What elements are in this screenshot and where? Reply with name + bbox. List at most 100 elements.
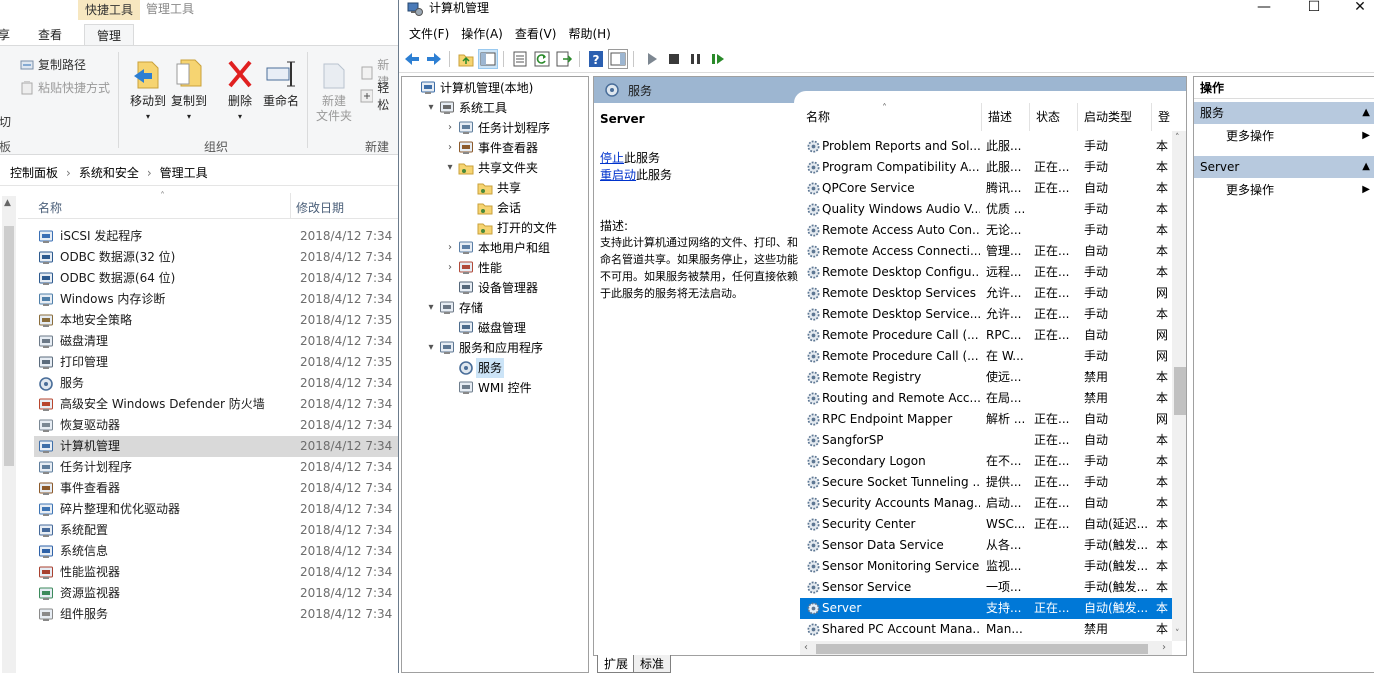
service-row[interactable]: Remote Desktop Configu... 远程... 正在... 手动 本 [800, 262, 1172, 283]
service-row[interactable]: Secure Socket Tunneling ... 提供... 正在... 手动 本 [800, 472, 1172, 493]
file-list-item[interactable]: 任务计划程序 2018/4/12 7:34 [34, 457, 400, 478]
show-hide-tree-icon[interactable] [478, 49, 498, 69]
service-row[interactable]: Server 支持... 正在... 自动(触发... 本 [800, 598, 1172, 619]
delete-button[interactable]: 删除 ▾ [218, 58, 262, 124]
file-list-item[interactable]: Windows 内存诊断 2018/4/12 7:34 [34, 289, 400, 310]
easy-access-button[interactable]: 轻松 [360, 79, 400, 113]
copy-path-button[interactable]: 复制路径 [20, 56, 86, 73]
file-list-item[interactable]: 系统配置 2018/4/12 7:34 [34, 520, 400, 541]
services-vertical-scrollbar[interactable]: ˄ ˅ [1172, 131, 1186, 641]
copy-to-button[interactable]: 复制到 ▾ [167, 58, 211, 124]
menu-view[interactable]: 查看(V) [515, 24, 557, 44]
more-actions-server[interactable]: 更多操作 ▶ [1194, 179, 1374, 201]
restart-service-link[interactable]: 重启动 [600, 168, 636, 182]
column-header-date[interactable]: 修改日期 [296, 199, 344, 216]
file-list-item[interactable]: 恢复驱动器 2018/4/12 7:34 [34, 415, 400, 436]
collapsed-chevron-icon[interactable]: › [444, 238, 456, 258]
file-list-item[interactable]: 高级安全 Windows Defender 防火墙 2018/4/12 7:34 [34, 394, 400, 415]
menu-help[interactable]: 帮助(H) [568, 24, 610, 44]
column-header-logon[interactable]: 登 [1152, 103, 1172, 131]
tab-manage[interactable]: 管理 [84, 24, 135, 46]
service-row[interactable]: Remote Procedure Call (... RPC... 正在... 自动 网 [800, 325, 1172, 346]
close-button[interactable]: ✕ [1337, 0, 1374, 16]
service-row[interactable]: Remote Desktop Service... 允许... 正在... 手动 本 [800, 304, 1172, 325]
expanded-chevron-icon[interactable]: ▾ [425, 338, 437, 358]
stop-service-link[interactable]: 停止 [600, 151, 624, 165]
tab-standard[interactable]: 标准 [633, 655, 672, 673]
scroll-down-icon[interactable]: ˅ [1175, 629, 1180, 639]
file-list-item[interactable]: 系统信息 2018/4/12 7:34 [34, 541, 400, 562]
breadcrumb-item[interactable]: 系统和安全 [79, 166, 139, 180]
service-row[interactable]: Security Center WSC... 正在... 自动(延迟... 本 [800, 514, 1172, 535]
service-row[interactable]: Secondary Logon 在不... 正在... 手动 本 [800, 451, 1172, 472]
column-header-name[interactable]: 名称 ˄ [800, 103, 982, 131]
file-list-item[interactable]: 资源监视器 2018/4/12 7:34 [34, 583, 400, 604]
collapsed-chevron-icon[interactable]: › [444, 258, 456, 278]
service-row[interactable]: Sensor Monitoring Service 监视... 手动(触发... 本 [800, 556, 1172, 577]
explorer-left-scrollbar[interactable]: ▲ [2, 196, 16, 673]
menu-file[interactable]: 文件(F) [409, 24, 449, 44]
file-list-item[interactable]: ODBC 数据源(64 位) 2018/4/12 7:34 [34, 268, 400, 289]
scroll-thumb[interactable] [1174, 367, 1186, 415]
service-row[interactable]: Sensor Data Service 从各... 手动(触发... 本 [800, 535, 1172, 556]
expanded-chevron-icon[interactable]: ▾ [425, 298, 437, 318]
help-icon[interactable]: ? [587, 50, 605, 68]
service-row[interactable]: RPC Endpoint Mapper 解析 ... 正在... 自动 网 [800, 409, 1172, 430]
tab-view[interactable]: 查看 [38, 24, 62, 46]
show-action-pane-icon[interactable] [608, 49, 628, 69]
start-service-icon[interactable] [643, 50, 661, 68]
column-header-name[interactable]: 名称 [38, 199, 62, 216]
new-folder-button[interactable]: 新建 文件夹 [312, 58, 356, 124]
export-list-icon[interactable] [555, 50, 573, 68]
services-horizontal-scrollbar[interactable]: ‹ › [800, 641, 1172, 655]
file-list-item[interactable]: 事件查看器 2018/4/12 7:34 [34, 478, 400, 499]
service-row[interactable]: Remote Access Connecti... 管理... 正在... 自动 本 [800, 241, 1172, 262]
refresh-icon[interactable] [533, 50, 551, 68]
minimize-button[interactable]: — [1241, 0, 1287, 16]
service-row[interactable]: Shared PC Account Mana... Man... 禁用 本 [800, 619, 1172, 640]
forward-icon[interactable] [425, 50, 443, 68]
expanded-chevron-icon[interactable]: ▾ [444, 158, 456, 178]
column-header-description[interactable]: 描述 [982, 103, 1030, 131]
cut-button-fragment[interactable]: 切 [0, 113, 11, 130]
service-row[interactable]: Routing and Remote Acc... 在局... 禁用 本 [800, 388, 1172, 409]
breadcrumb[interactable]: 控制面板 › 系统和安全 › 管理工具 [0, 162, 400, 186]
properties-icon[interactable] [511, 50, 529, 68]
more-actions-services[interactable]: 更多操作 ▶ [1194, 125, 1374, 147]
move-to-button[interactable]: 移动到 ▾ [126, 58, 170, 124]
service-row[interactable]: Program Compatibility A... 此服... 正在... 手动 本 [800, 157, 1172, 178]
tab-share[interactable]: 享 [0, 24, 10, 46]
file-list-item[interactable]: 服务 2018/4/12 7:34 [34, 373, 400, 394]
file-list-item[interactable]: 组件服务 2018/4/12 7:34 [34, 604, 400, 625]
service-row[interactable]: Remote Registry 使远... 禁用 本 [800, 367, 1172, 388]
service-row[interactable]: Sensor Service 一项... 手动(触发... 本 [800, 577, 1172, 598]
scroll-thumb[interactable] [816, 644, 1148, 654]
column-header-status[interactable]: 状态 [1030, 103, 1078, 131]
pause-service-icon[interactable] [687, 50, 705, 68]
paste-shortcut-button[interactable]: 粘贴快捷方式 [20, 79, 110, 96]
scroll-left-icon[interactable]: ‹ [804, 642, 808, 653]
breadcrumb-item[interactable]: 控制面板 [10, 166, 58, 180]
stop-service-icon[interactable] [665, 50, 683, 68]
file-list-item[interactable]: ODBC 数据源(32 位) 2018/4/12 7:34 [34, 247, 400, 268]
collapsed-chevron-icon[interactable]: › [444, 138, 456, 158]
menu-action[interactable]: 操作(A) [461, 24, 503, 44]
scroll-thumb[interactable] [4, 226, 14, 466]
file-list-item[interactable]: iSCSI 发起程序 2018/4/12 7:34 [34, 226, 400, 247]
service-row[interactable]: Remote Desktop Services 允许... 正在... 手动 网 [800, 283, 1172, 304]
service-row[interactable]: QPCore Service 腾讯... 正在... 自动 本 [800, 178, 1172, 199]
service-row[interactable]: Problem Reports and Sol... 此服... 手动 本 [800, 136, 1172, 157]
collapsed-chevron-icon[interactable]: › [444, 118, 456, 138]
service-row[interactable]: Quality Windows Audio V... 优质 ... 手动 本 [800, 199, 1172, 220]
service-row[interactable]: SangforSP 正在... 自动 本 [800, 430, 1172, 451]
maximize-button[interactable]: ☐ [1291, 0, 1337, 16]
column-header-startup-type[interactable]: 启动类型 [1078, 103, 1152, 131]
file-list-item[interactable]: 性能监视器 2018/4/12 7:34 [34, 562, 400, 583]
file-list-item[interactable]: 本地安全策略 2018/4/12 7:35 [34, 310, 400, 331]
up-folder-icon[interactable] [457, 50, 475, 68]
file-list-item[interactable]: 计算机管理 2018/4/12 7:34 [34, 436, 400, 457]
file-list-item[interactable]: 打印管理 2018/4/12 7:35 [34, 352, 400, 373]
breadcrumb-item[interactable]: 管理工具 [160, 166, 208, 180]
actions-section-services[interactable]: 服务 ▲ [1194, 102, 1374, 124]
service-row[interactable]: Remote Procedure Call (... 在 W... 手动 网 [800, 346, 1172, 367]
